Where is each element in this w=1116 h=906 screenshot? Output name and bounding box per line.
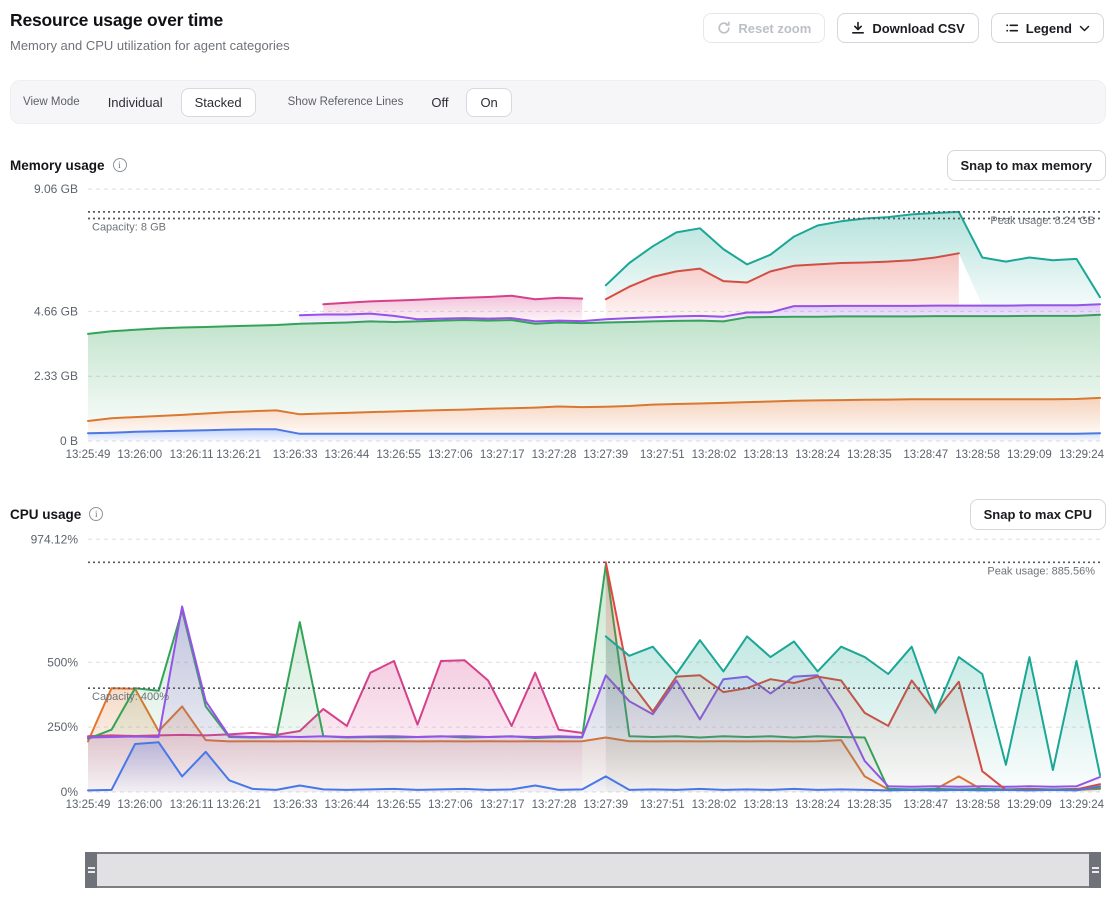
title-block: Resource usage over time Memory and CPU … [10,10,290,53]
svg-text:13:29:24: 13:29:24 [1059,799,1104,811]
svg-text:13:28:35: 13:28:35 [847,449,892,461]
svg-text:13:27:28: 13:27:28 [532,799,577,811]
svg-text:Peak usage: 885.56%: Peak usage: 885.56% [987,565,1095,577]
svg-text:13:27:17: 13:27:17 [480,799,525,811]
memory-section-header: Memory usage Snap to max memory [10,149,1106,181]
brush-handle-right[interactable] [1089,852,1101,888]
cpu-usage-chart[interactable]: 974.12% 500% 250% 0% Peak usage: 885.56% Capa… [0,530,1116,830]
svg-text:13:28:02: 13:28:02 [692,799,737,811]
svg-text:13:26:33: 13:26:33 [273,449,318,461]
cpu-section-header: CPU usage Snap to max CPU [10,498,1106,530]
svg-text:13:27:51: 13:27:51 [640,449,685,461]
view-mode-group: Individual Stacked [94,88,256,117]
svg-text:13:27:06: 13:27:06 [428,799,473,811]
svg-text:250%: 250% [47,720,78,734]
reference-lines-off-option[interactable]: Off [417,88,462,117]
svg-text:13:29:09: 13:29:09 [1007,449,1052,461]
svg-text:13:25:49: 13:25:49 [66,449,111,461]
memory-usage-title: Memory usage [10,158,127,173]
svg-text:13:28:47: 13:28:47 [903,449,948,461]
svg-text:0%: 0% [61,785,79,799]
info-icon[interactable] [89,507,103,521]
svg-text:9.06 GB: 9.06 GB [34,182,78,196]
svg-text:13:26:21: 13:26:21 [216,449,261,461]
svg-text:13:28:58: 13:28:58 [955,449,1000,461]
svg-text:13:27:28: 13:27:28 [532,449,577,461]
svg-text:13:29:24: 13:29:24 [1059,449,1104,461]
info-icon[interactable] [113,158,127,172]
time-range-brush[interactable] [85,852,1101,888]
svg-text:13:26:00: 13:26:00 [117,449,162,461]
view-mode-stacked-option[interactable]: Stacked [181,88,256,117]
cpu-usage-title: CPU usage [10,507,103,522]
svg-text:13:28:24: 13:28:24 [795,799,840,811]
brush-handle-left[interactable] [85,852,97,888]
svg-text:Capacity: 400%: Capacity: 400% [92,691,169,703]
svg-text:Peak usage: 8.24 GB: Peak usage: 8.24 GB [990,215,1095,227]
svg-text:13:26:44: 13:26:44 [325,449,370,461]
svg-text:13:26:21: 13:26:21 [216,799,261,811]
memory-usage-chart[interactable]: 9.06 GB 4.66 GB 2.33 GB 0 B Peak usage: 8.24… [0,181,1116,473]
snap-to-max-cpu-button[interactable]: Snap to max CPU [970,499,1106,530]
svg-text:13:28:58: 13:28:58 [955,799,1000,811]
svg-text:13:28:13: 13:28:13 [743,799,788,811]
svg-text:4.66 GB: 4.66 GB [34,304,78,318]
svg-text:13:26:44: 13:26:44 [325,799,370,811]
svg-text:13:26:33: 13:26:33 [273,799,318,811]
reference-lines-group: Off On [417,88,511,117]
svg-text:13:28:13: 13:28:13 [743,449,788,461]
svg-text:13:26:55: 13:26:55 [376,449,421,461]
svg-text:13:28:35: 13:28:35 [847,799,892,811]
show-reference-lines-label: Show Reference Lines [288,96,404,108]
svg-text:13:28:47: 13:28:47 [903,799,948,811]
download-csv-button[interactable]: Download CSV [837,13,978,43]
svg-text:0 B: 0 B [60,434,78,448]
list-icon [1005,21,1019,35]
page-header: Resource usage over time Memory and CPU … [0,0,1116,53]
header-actions: Reset zoom Download CSV Legend [703,13,1104,43]
reference-lines-on-option[interactable]: On [466,88,511,117]
svg-text:13:26:11: 13:26:11 [170,449,214,461]
svg-text:13:26:55: 13:26:55 [376,799,421,811]
svg-text:13:28:02: 13:28:02 [692,449,737,461]
svg-text:13:25:49: 13:25:49 [66,799,111,811]
svg-text:13:27:39: 13:27:39 [583,799,628,811]
svg-text:13:27:51: 13:27:51 [640,799,685,811]
page-subtitle: Memory and CPU utilization for agent cat… [10,38,290,53]
svg-text:974.12%: 974.12% [31,532,79,546]
svg-text:13:27:06: 13:27:06 [428,449,473,461]
svg-text:13:26:11: 13:26:11 [170,799,214,811]
svg-text:Capacity: 8 GB: Capacity: 8 GB [92,222,166,234]
view-mode-label: View Mode [23,96,80,108]
page-title: Resource usage over time [10,10,290,31]
view-mode-individual-option[interactable]: Individual [94,88,177,117]
svg-text:2.33 GB: 2.33 GB [34,369,78,383]
svg-text:500%: 500% [47,655,78,669]
reset-zoom-button[interactable]: Reset zoom [703,13,825,43]
svg-text:13:27:17: 13:27:17 [480,449,525,461]
grip-icon [1092,867,1099,873]
chevron-down-icon [1079,25,1090,32]
download-icon [851,21,865,35]
chart-controls-bar: View Mode Individual Stacked Show Refere… [10,80,1106,124]
legend-button[interactable]: Legend [991,13,1104,43]
grip-icon [88,867,95,873]
svg-text:13:26:00: 13:26:00 [117,799,162,811]
snap-to-max-memory-button[interactable]: Snap to max memory [947,150,1107,181]
refresh-icon [717,21,731,35]
svg-text:13:29:09: 13:29:09 [1007,799,1052,811]
svg-text:13:28:24: 13:28:24 [795,449,840,461]
svg-text:13:27:39: 13:27:39 [583,449,628,461]
